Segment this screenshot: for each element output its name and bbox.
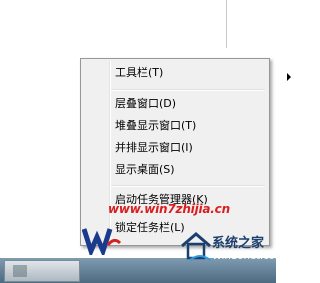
taskbar-button[interactable]	[4, 260, 80, 282]
watermark-url: www.win7zhijia.cn	[108, 202, 230, 216]
window-divider	[226, 0, 227, 48]
watermark-w-logo-icon	[82, 228, 122, 255]
menu-separator	[111, 89, 265, 91]
menu-item-label: 锁定任务栏(L)	[115, 221, 185, 234]
menu-item-label: 显示桌面(S)	[115, 163, 175, 176]
submenu-arrow-icon	[287, 73, 291, 81]
menu-item-label: 堆叠显示窗口(T)	[115, 119, 197, 132]
menu-item-label: 并排显示窗口(I)	[115, 141, 193, 154]
menu-item-cascade-windows[interactable]: 层叠窗口(D)	[115, 94, 265, 114]
menu-item-show-desktop[interactable]: 显示桌面(S)	[115, 160, 265, 180]
taskbar-app-icon	[13, 265, 27, 277]
menu-separator	[111, 185, 265, 187]
watermark-site-title: 系统之家	[212, 236, 265, 251]
menu-item-stack-windows[interactable]: 堆叠显示窗口(T)	[115, 116, 265, 136]
menu-item-label: 工具栏(T)	[115, 66, 164, 79]
taskbar-context-menu: 工具栏(T) 层叠窗口(D) 堆叠显示窗口(T) 并排显示窗口(I) 显示桌面(…	[80, 58, 291, 246]
menu-item-toolbars[interactable]: 工具栏(T)	[115, 63, 291, 83]
watermark-site-sub: Win10net.com	[212, 251, 285, 262]
menu-item-side-by-side[interactable]: 并排显示窗口(I)	[115, 138, 265, 158]
menu-item-label: 层叠窗口(D)	[115, 97, 177, 110]
